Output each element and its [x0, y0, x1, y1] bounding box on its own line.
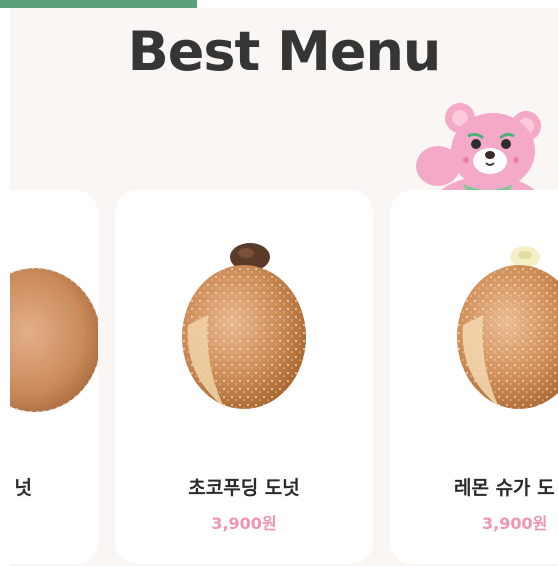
lemon-sugar-donut-icon	[457, 246, 558, 409]
sugar-donut-icon	[10, 267, 98, 413]
top-accent-strip	[0, 0, 197, 8]
product-card[interactable]: 레몬 슈가 도 3,900원	[390, 190, 558, 564]
product-price: 3,900원	[211, 514, 277, 533]
product-name: 레몬 슈가 도	[454, 477, 555, 499]
product-card[interactable]: 초코푸딩 도넛 3,900원	[115, 190, 373, 564]
product-price: 3,900원	[482, 514, 548, 533]
product-name: 초코푸딩 도넛	[188, 477, 300, 499]
page-title: Best Menu	[127, 20, 442, 83]
product-name: 넛	[14, 477, 32, 499]
product-card[interactable]: 넛	[10, 190, 98, 564]
chocolate-pudding-donut-icon	[182, 243, 306, 409]
best-menu-section: Best Menu 넛 초코푸딩 도넛 3,900원 레몬 슈가 도 3,900…	[10, 8, 558, 566]
